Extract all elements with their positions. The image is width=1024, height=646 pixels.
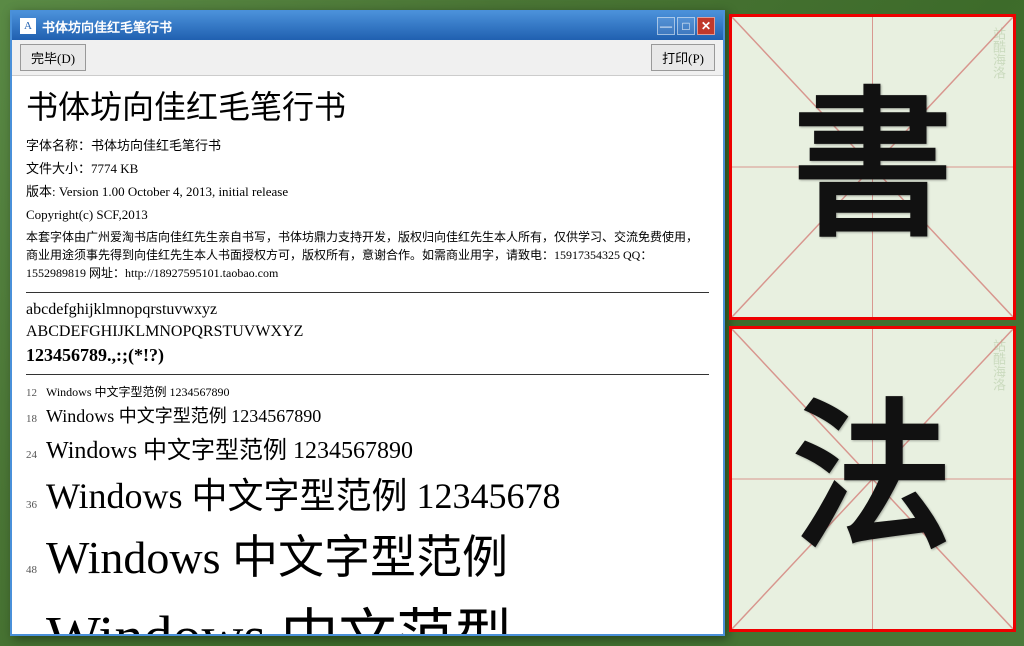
info-name: 字体名称：书体坊向佳红毛笔行书	[26, 136, 709, 157]
calligraphy-box-2: 法 站酷海洛	[729, 326, 1016, 632]
calligraphy-char-1: 書	[792, 87, 952, 247]
calligraphy-panel: 書 站酷海洛 法 站酷海洛	[725, 10, 1020, 636]
calligraphy-box-1: 書 站酷海洛	[729, 14, 1016, 320]
calligraphy-char-2: 法	[792, 399, 952, 559]
title-bar: A 书体坊向佳红毛笔行书 — □ ✕	[12, 12, 723, 40]
toolbar: 完毕(D) 打印(P)	[12, 40, 723, 76]
font-title: 书体坊向佳红毛笔行书	[26, 88, 709, 126]
uppercase-row: ABCDEFGHIJKLMNOPQRSTUVWXYZ	[26, 323, 709, 341]
close-button[interactable]: ✕	[697, 17, 715, 35]
font-preview-window: A 书体坊向佳红毛笔行书 — □ ✕ 完毕(D) 打印(P) 书体坊向佳红毛笔行…	[10, 10, 725, 636]
info-version: 版本: Version 1.00 October 4, 2013, initia…	[26, 182, 709, 203]
minimize-button[interactable]: —	[657, 17, 675, 35]
divider-2	[26, 374, 709, 375]
lowercase-row: abcdefghijklmnopqrstuvwxyz	[26, 301, 709, 319]
main-content[interactable]: 书体坊向佳红毛笔行书 字体名称：书体坊向佳红毛笔行书 文件大小：7774 KB …	[12, 76, 723, 634]
restore-button[interactable]: □	[677, 17, 695, 35]
info-desc: 本套字体由广州爱淘书店向佳红先生亲自书写，书体坊鼎力支持开发，版权归向佳红先生本…	[26, 228, 709, 282]
window-title: 书体坊向佳红毛笔行书	[42, 17, 657, 36]
print-button[interactable]: 打印(P)	[651, 44, 715, 71]
done-button[interactable]: 完毕(D)	[20, 44, 86, 71]
window-controls: — □ ✕	[657, 17, 715, 35]
content-area: 书体坊向佳红毛笔行书 字体名称：书体坊向佳红毛笔行书 文件大小：7774 KB …	[12, 76, 723, 634]
info-size: 文件大小：7774 KB	[26, 159, 709, 180]
divider-1	[26, 292, 709, 293]
sample-24: 24 Windows 中文字型范例 1234567890	[26, 430, 709, 465]
sample-18: 18 Windows 中文字型范例 1234567890	[26, 402, 709, 428]
sample-48: 48 Windows 中文字型范例	[26, 521, 709, 587]
sample-12: 12 Windows 中文字型范例 1234567890	[26, 383, 709, 400]
window-icon: A	[20, 18, 36, 34]
sample-36: 36 Windows 中文字型范例 12345678	[26, 467, 709, 519]
font-info: 字体名称：书体坊向佳红毛笔行书 文件大小：7774 KB 版本: Version…	[26, 136, 709, 281]
sample-60: 60 Windows 中文范型	[26, 589, 709, 634]
numbers-row: 123456789.,:;(*!?)	[26, 345, 709, 366]
info-copyright: Copyright(c) SCF,2013	[26, 205, 709, 226]
